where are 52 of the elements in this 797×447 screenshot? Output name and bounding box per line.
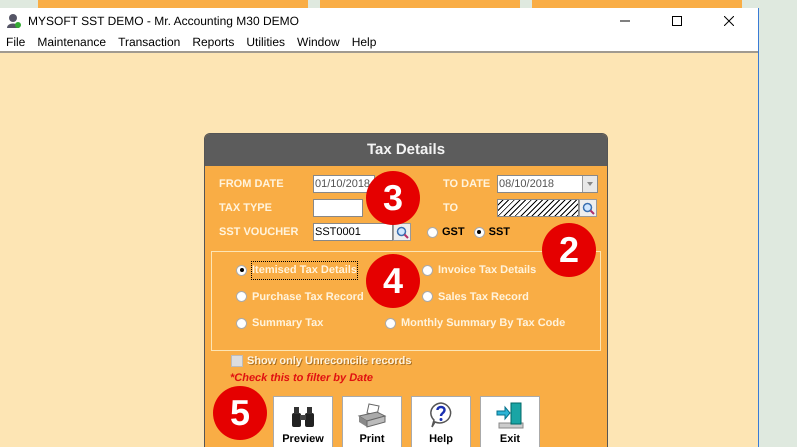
binoculars-icon xyxy=(290,404,316,428)
search-icon xyxy=(582,202,595,214)
radio-button[interactable] xyxy=(422,291,433,302)
filter-note: *Check this to filter by Date xyxy=(230,370,374,386)
field-label: FROM DATE xyxy=(219,176,285,192)
preview-button[interactable]: Preview xyxy=(273,396,333,447)
radio-button[interactable] xyxy=(236,318,247,329)
voucher-field[interactable]: SST0001 xyxy=(313,223,393,241)
radio-button[interactable] xyxy=(422,264,433,276)
menu-item[interactable]: File xyxy=(6,33,26,51)
radio-label: SST xyxy=(488,224,510,240)
tax-type-field[interactable] xyxy=(313,199,363,217)
user-icon xyxy=(6,12,22,28)
radio-label: Purchase Tax Record xyxy=(252,290,364,304)
menu-item[interactable]: Transaction xyxy=(118,33,180,51)
menu-item[interactable]: Utilities xyxy=(246,33,286,51)
field-label: TAX TYPE xyxy=(219,200,273,216)
help-button[interactable]: Help xyxy=(411,396,471,447)
field-label: TO DATE xyxy=(443,176,492,192)
menu-item[interactable]: Reports xyxy=(192,33,234,51)
window-title: MYSOFT SST DEMO - Mr. Accounting M30 DEMO xyxy=(28,12,299,30)
maximize-icon xyxy=(672,16,682,26)
radio-button[interactable] xyxy=(236,264,247,276)
radio-label: Invoice Tax Details xyxy=(438,263,536,278)
menu-item[interactable]: Window xyxy=(297,33,340,51)
hatched-field[interactable] xyxy=(497,199,580,217)
checkbox-label: Show only Unreconcile records xyxy=(247,354,412,369)
radio-label: GST xyxy=(442,224,465,240)
radio-label: Monthly Summary By Tax Code xyxy=(401,316,566,331)
search-button[interactable] xyxy=(579,199,597,217)
radio-button[interactable] xyxy=(236,291,247,302)
radio-label: Sales Tax Record xyxy=(438,290,529,304)
close-icon xyxy=(724,16,734,26)
date-dropdown[interactable]: 08/10/2018 xyxy=(497,175,598,193)
radio-button[interactable] xyxy=(385,318,396,329)
field-label: SST VOUCHER xyxy=(219,224,300,240)
print-button[interactable]: Print xyxy=(342,396,402,447)
menu-item[interactable]: Maintenance xyxy=(37,33,106,51)
exit-button[interactable]: Exit xyxy=(480,396,540,447)
dropdown-arrow-icon xyxy=(587,182,593,186)
radio-label: Itemised Tax Details xyxy=(252,262,357,278)
exit-door-icon xyxy=(495,400,525,428)
radio-button[interactable] xyxy=(474,226,485,238)
radio-button[interactable] xyxy=(427,226,438,238)
radio-label: Summary Tax xyxy=(252,316,324,331)
dialog-title: Tax Details xyxy=(366,140,446,160)
menu-item[interactable]: Help xyxy=(352,33,376,51)
search-icon xyxy=(396,226,408,238)
search-button[interactable] xyxy=(393,223,411,241)
date-field[interactable]: 01/10/2018 xyxy=(313,175,375,193)
printer-icon xyxy=(357,402,387,428)
field-label: TO xyxy=(443,200,460,216)
